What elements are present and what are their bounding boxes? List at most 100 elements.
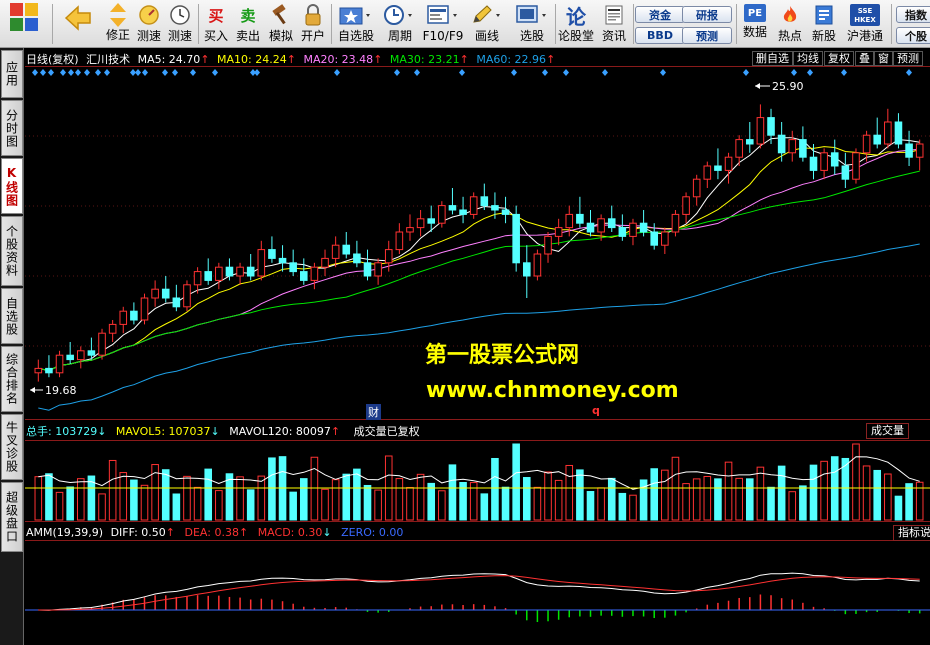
ma60-value: MA60: 22.96 xyxy=(476,53,547,66)
stock-picker-button[interactable]: 选股 xyxy=(512,2,552,46)
candle-body xyxy=(767,117,775,136)
predict-button[interactable]: 预测 xyxy=(893,51,923,66)
candle-body xyxy=(183,284,191,308)
watchlist-label: 自选股 xyxy=(337,29,374,43)
stock-terminal-window: 修正 测速 测速 买 买入 卖 卖出 模拟 开户 自选股 周期 F10/F9 画… xyxy=(0,0,930,645)
watchlist-button[interactable]: 自选股 xyxy=(334,2,378,46)
news-button[interactable]: 资讯 xyxy=(598,2,630,46)
candle-body xyxy=(862,134,871,154)
new-stock-button[interactable]: 新股 xyxy=(808,2,840,46)
data-label: 数据 xyxy=(742,25,767,39)
sse-hkex-icon: SSE HKEX xyxy=(850,4,880,26)
candle-body xyxy=(703,165,712,180)
draw-line-button[interactable]: 画线 xyxy=(468,2,506,46)
candle-body xyxy=(257,249,266,277)
remove-watchlist-button[interactable]: 删自选 xyxy=(752,51,793,66)
tab-kline[interactable]: K线图 xyxy=(1,158,23,214)
tab-diagnosis[interactable]: 牛叉诊股 xyxy=(1,414,23,480)
event-diamond xyxy=(95,69,101,76)
tab-super-quote[interactable]: 超级盘口 xyxy=(1,482,23,552)
event-diamond xyxy=(172,69,178,76)
bbd-button[interactable]: BBD xyxy=(635,27,685,44)
candle-body xyxy=(76,350,85,361)
research-report-button[interactable]: 研报 xyxy=(682,6,732,23)
tab-apps[interactable]: 应用 xyxy=(1,50,23,98)
volume-bar xyxy=(215,490,223,521)
ma10-up-arrow-icon: ↑ xyxy=(286,53,296,66)
tab-ranking[interactable]: 综合排名 xyxy=(1,346,23,412)
candle-body xyxy=(491,205,499,211)
candle-body xyxy=(724,156,733,171)
finance-marker[interactable]: 财 xyxy=(366,404,381,420)
adjust-button[interactable]: 复权 xyxy=(824,51,854,66)
diff-up-arrow-icon: ↑ xyxy=(165,526,176,539)
buy-button[interactable]: 买 买入 xyxy=(202,2,230,46)
sell-button[interactable]: 卖 卖出 xyxy=(234,2,262,46)
volume-bar xyxy=(501,486,510,521)
screen-icon xyxy=(516,5,546,23)
candle-body xyxy=(671,213,680,233)
tab-profile[interactable]: 个股资料 xyxy=(1,216,23,286)
volume-bar xyxy=(522,477,531,521)
forum-button[interactable]: 论 论股堂 xyxy=(558,2,594,46)
tab-intraday[interactable]: 分时图 xyxy=(1,100,23,156)
event-diamond xyxy=(906,69,912,76)
q-marker[interactable]: q xyxy=(592,404,600,417)
revise-button[interactable]: 修正 xyxy=(103,2,133,46)
candle-body xyxy=(55,354,64,374)
event-diamond xyxy=(841,69,847,76)
forum-icon: 论 xyxy=(566,4,586,29)
hotspot-button[interactable]: 热点 xyxy=(774,2,806,46)
dea-value: DEA: 0.38 xyxy=(184,526,239,539)
mavol5-line xyxy=(38,456,920,490)
measure-button[interactable]: 测速 xyxy=(166,2,194,46)
fund-flow-button[interactable]: 资金 xyxy=(635,6,685,23)
f10-button[interactable]: F10/F9 xyxy=(420,2,466,46)
candle-body xyxy=(597,218,605,233)
buy-icon: 买 xyxy=(208,6,224,25)
volume-bar xyxy=(416,473,425,521)
overlay-button[interactable]: 叠 xyxy=(855,51,874,66)
volume-bar xyxy=(661,469,669,521)
volume-bar xyxy=(480,493,489,521)
open-account-button[interactable]: 开户 xyxy=(298,2,328,46)
candle-body xyxy=(342,244,351,255)
volume-bar xyxy=(108,459,117,521)
period-button[interactable]: 周期 xyxy=(380,2,420,46)
ma-settings-button[interactable]: 均线 xyxy=(793,51,823,66)
volume-bar xyxy=(448,464,457,521)
index-button[interactable]: 指数 xyxy=(896,6,930,23)
indicator-help-button[interactable]: 指标说 xyxy=(893,525,930,541)
volume-tag-button[interactable]: 成交量 xyxy=(866,423,909,439)
data-button[interactable]: PE 数据 xyxy=(740,2,770,46)
speed-test-button[interactable]: 测速 xyxy=(135,2,163,46)
volume-bar xyxy=(193,486,202,521)
window-button[interactable]: 窗 xyxy=(874,51,893,66)
event-markers xyxy=(32,69,912,76)
candle-body xyxy=(299,271,308,281)
event-diamond xyxy=(414,69,420,76)
period-label: 周期 xyxy=(387,29,412,43)
simulate-button[interactable]: 模拟 xyxy=(266,2,296,46)
forecast-button[interactable]: 预测 xyxy=(682,27,732,44)
volume-bar xyxy=(161,469,170,521)
individual-stock-button[interactable]: 个股 xyxy=(896,27,930,44)
star-folder-icon xyxy=(339,7,370,25)
candle-body xyxy=(841,165,850,180)
app-logo-button[interactable] xyxy=(6,2,42,46)
volume-bar xyxy=(724,461,733,521)
candle-body xyxy=(108,323,117,334)
candle-body xyxy=(172,297,181,308)
event-diamond xyxy=(48,69,54,76)
draw-line-label: 画线 xyxy=(474,29,499,43)
event-diamond xyxy=(68,69,74,76)
tab-watchlist[interactable]: 自选股 xyxy=(1,288,23,344)
event-diamond xyxy=(162,69,168,76)
volume-bar xyxy=(236,476,244,521)
candle-body xyxy=(140,297,149,321)
ma30-up-arrow-icon: ↑ xyxy=(459,53,469,66)
volume-bar xyxy=(55,491,64,521)
back-button[interactable] xyxy=(60,2,96,46)
candle-body xyxy=(246,266,255,277)
hk-connect-button[interactable]: SSE HKEX 沪港通 xyxy=(842,2,888,46)
